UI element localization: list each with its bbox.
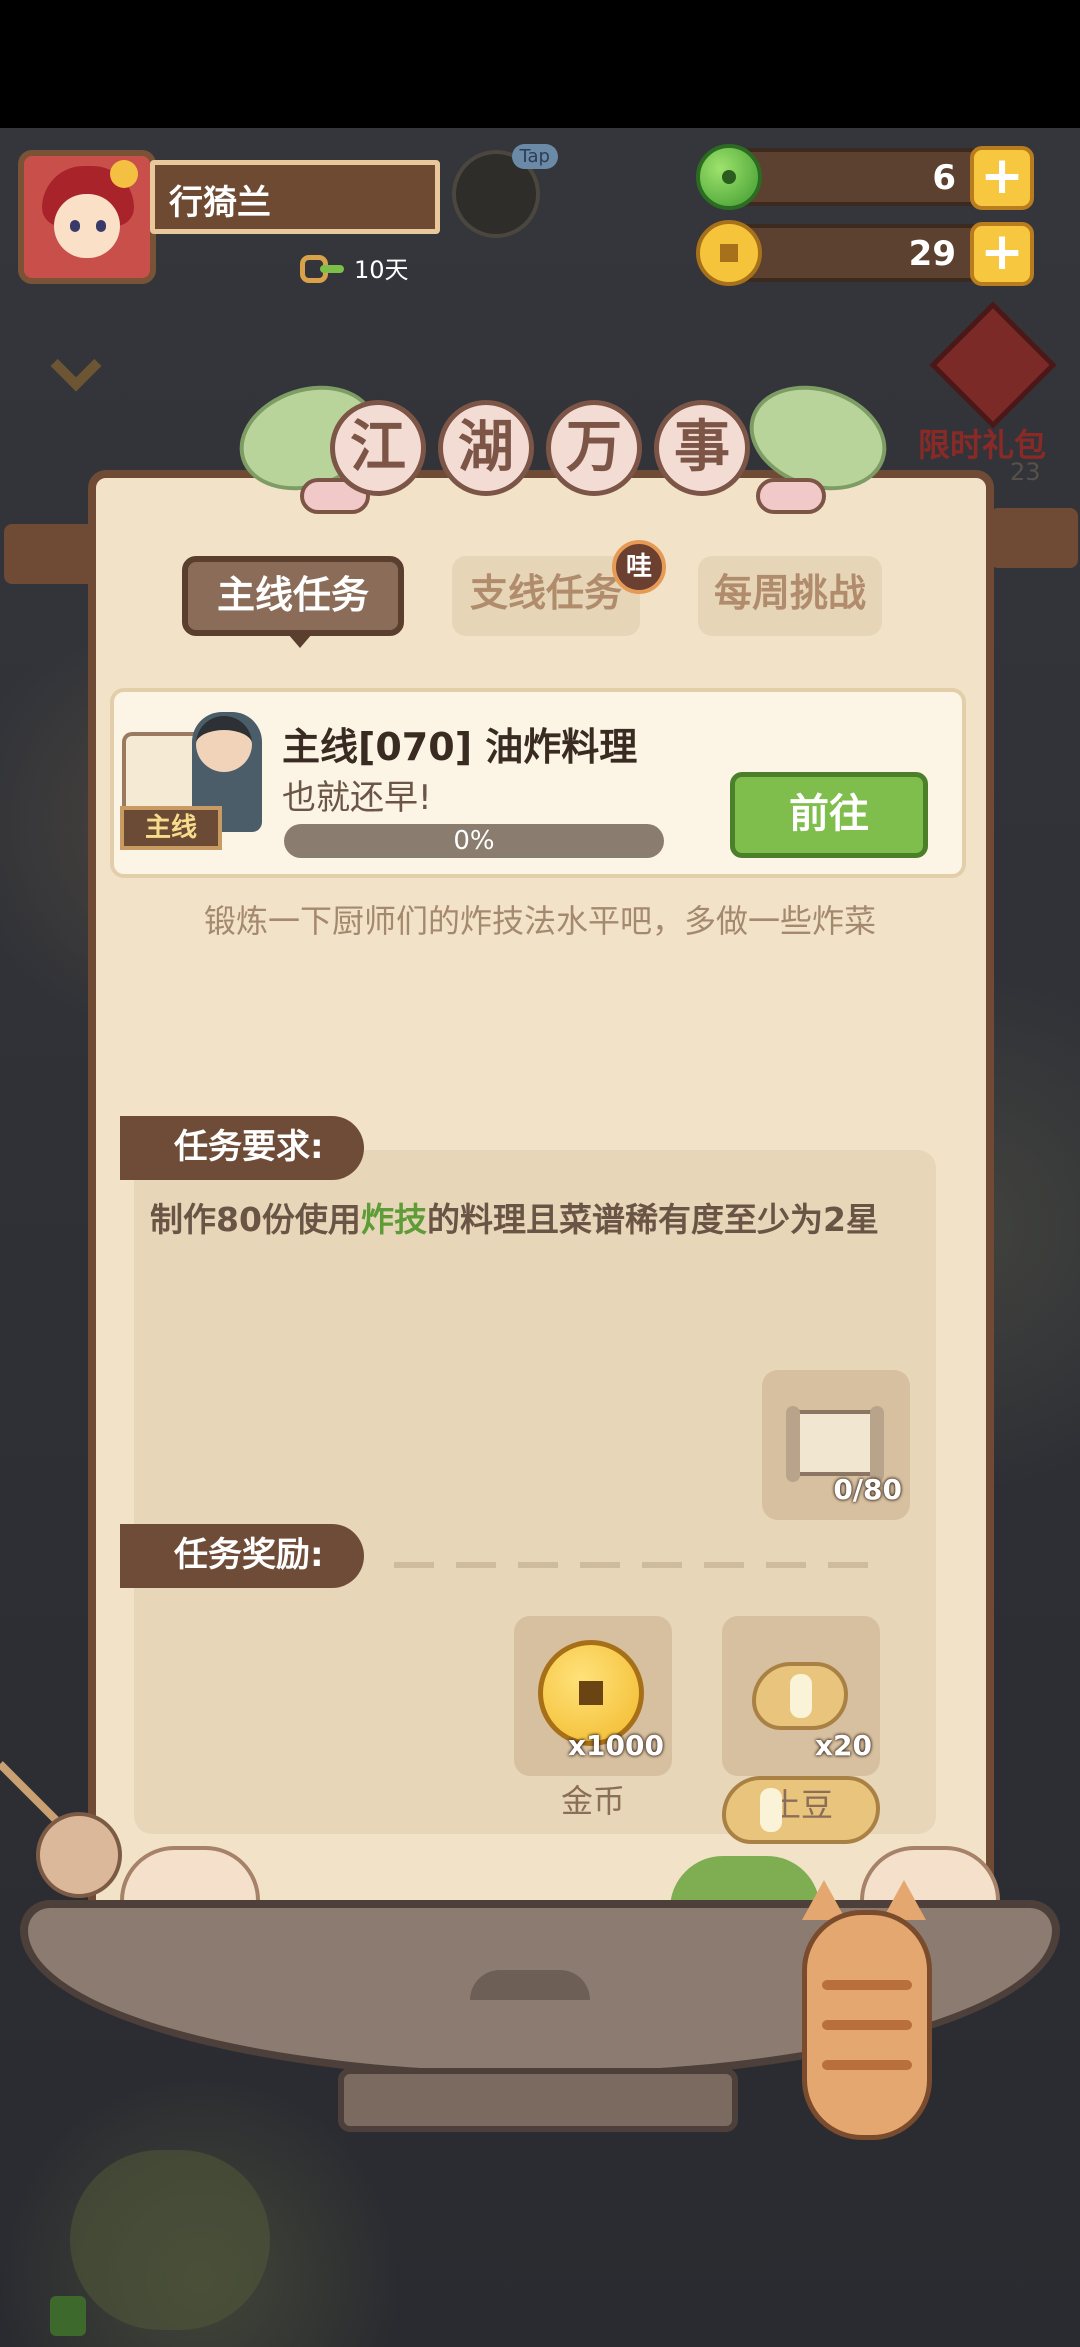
potato-icon — [752, 1662, 848, 1730]
tap-label: Tap — [511, 144, 558, 169]
panel-post — [4, 524, 100, 584]
requirement-text-part: 的料理且菜谱稀有度至少为2星 — [426, 1200, 879, 1239]
meatball-icon — [36, 1812, 122, 1898]
go-button[interactable]: 前往 — [730, 772, 928, 858]
streak-days: 10天 — [354, 256, 409, 284]
progress-label: 0% — [453, 826, 495, 856]
panel-post — [990, 508, 1078, 568]
cat-stripe — [822, 2060, 912, 2070]
title-ribbon — [756, 478, 826, 514]
cat-stripe — [822, 1980, 912, 1990]
requirement-text-part: 制作80份使用 — [150, 1200, 361, 1239]
title-char: 江 — [330, 400, 426, 496]
coin-icon — [696, 220, 762, 286]
quest-tabs: 主线任务 支线任务 每周挑战 — [182, 556, 902, 648]
cat-mascot — [762, 1840, 952, 2160]
quest-type-tag: 主线 — [120, 806, 222, 850]
quest-title: 主线[070] 油炸料理 — [282, 725, 638, 769]
player-name[interactable]: 行猗兰 — [150, 160, 440, 234]
jade-count: 6 — [932, 158, 956, 198]
new-badge: 哇 — [612, 540, 666, 594]
title-char: 万 — [546, 400, 642, 496]
quest-description: 锻炼一下厨师们的炸技法水平吧，多做一些炸菜 — [203, 902, 876, 940]
tap-button[interactable]: Tap — [452, 144, 558, 238]
cat-stripe — [822, 2020, 912, 2030]
add-jade-button[interactable]: + — [970, 146, 1034, 210]
reward-header: 任务奖励: — [120, 1524, 364, 1588]
requirement-header: 任务要求: — [120, 1116, 364, 1180]
quest-subtitle: 也就还早! — [282, 778, 432, 818]
avatar-crest-icon — [110, 160, 138, 188]
quest-card: 主线 主线[070] 油炸料理 也就还早! 0% 前往 — [110, 688, 966, 878]
avatar-eye — [96, 220, 106, 232]
background-plant — [70, 2150, 270, 2330]
title-char: 事 — [654, 400, 750, 496]
avatar-face — [54, 194, 120, 258]
reward-name: 土豆 — [722, 1776, 880, 1844]
tab-main-quest[interactable]: 主线任务 — [182, 556, 404, 648]
key-icon — [300, 253, 346, 283]
bowl-base — [338, 2068, 738, 2132]
gift-timer: 23 — [1010, 458, 1041, 486]
panel-title: 江 湖 万 事 — [330, 400, 750, 520]
jade-counter: 6 + — [696, 144, 1034, 210]
avatar-eye — [70, 220, 80, 232]
coin-counter: 29 + — [696, 220, 1034, 286]
quest-progress-bar: 0% — [284, 824, 664, 858]
requirement-item-slot[interactable]: 0/80 — [762, 1370, 910, 1520]
requirement-text: 制作80份使用炸技的料理且菜谱稀有度至少为2星 — [150, 1196, 910, 1244]
chevron-down-icon[interactable] — [48, 348, 108, 388]
reward-name: 金币 — [560, 1782, 625, 1820]
login-streak: 10天 — [300, 250, 409, 285]
add-coin-button[interactable]: + — [970, 222, 1034, 286]
jade-icon — [696, 144, 762, 210]
limited-gift-pack[interactable]: 限时礼包 23 — [918, 301, 1068, 490]
corner-icon — [50, 2296, 86, 2336]
title-char: 湖 — [438, 400, 534, 496]
requirement-count: 0/80 — [833, 1473, 902, 1506]
reward-count: x1000 — [568, 1729, 664, 1762]
requirement-highlight: 炸技 — [360, 1200, 427, 1239]
reward-item-potato[interactable]: x20 — [722, 1616, 880, 1776]
player-avatar[interactable] — [18, 150, 156, 284]
tab-weekly-challenge[interactable]: 每周挑战 — [698, 556, 882, 636]
recipe-scroll-icon — [786, 1406, 884, 1482]
npc-head — [196, 716, 252, 772]
skewer-decoration — [0, 1740, 160, 1898]
coin-count: 29 — [908, 234, 956, 274]
divider — [394, 1562, 868, 1568]
bowl-knob — [470, 1970, 590, 2000]
status-bar — [0, 0, 1080, 128]
reward-item-coin[interactable]: x1000 — [514, 1616, 672, 1776]
reward-count: x20 — [814, 1729, 872, 1762]
gift-box-icon — [929, 301, 1057, 429]
